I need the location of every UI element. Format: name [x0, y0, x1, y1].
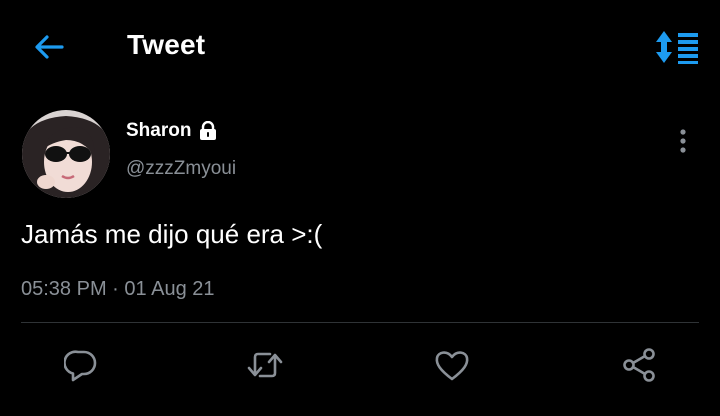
- meta-separator: ·: [112, 278, 119, 300]
- lock-icon: [198, 121, 218, 141]
- author-name[interactable]: Sharon: [126, 120, 191, 142]
- retweet-icon: [247, 352, 283, 378]
- tweet-date: 01 Aug 21: [124, 278, 215, 300]
- author-row: Sharon: [126, 120, 218, 142]
- tweet-text: Jamás me dijo qué era >:(: [21, 219, 323, 249]
- share-button[interactable]: [618, 344, 660, 386]
- profile-photo: [22, 110, 110, 198]
- heart-icon: [435, 351, 469, 381]
- tweet-timestamp: 05:38 PM · 01 Aug 21: [21, 278, 215, 301]
- share-icon: [623, 348, 655, 382]
- arrow-left-icon: [35, 35, 64, 59]
- back-button[interactable]: [30, 30, 68, 64]
- like-button[interactable]: [431, 344, 473, 386]
- divider: [21, 322, 699, 323]
- top-app-bar: Tweet: [0, 0, 720, 92]
- author-handle[interactable]: @zzzZmyoui: [126, 158, 236, 180]
- more-options-button[interactable]: [668, 124, 698, 158]
- reply-button[interactable]: [60, 344, 102, 386]
- tweet-time: 05:38 PM: [21, 278, 107, 300]
- sort-list-icon: [656, 31, 698, 64]
- page-title: Tweet: [127, 29, 206, 60]
- reply-icon: [64, 350, 97, 382]
- more-vertical-icon: [680, 129, 686, 153]
- avatar[interactable]: [22, 110, 110, 198]
- sort-button[interactable]: [652, 26, 702, 68]
- retweet-button[interactable]: [244, 344, 286, 386]
